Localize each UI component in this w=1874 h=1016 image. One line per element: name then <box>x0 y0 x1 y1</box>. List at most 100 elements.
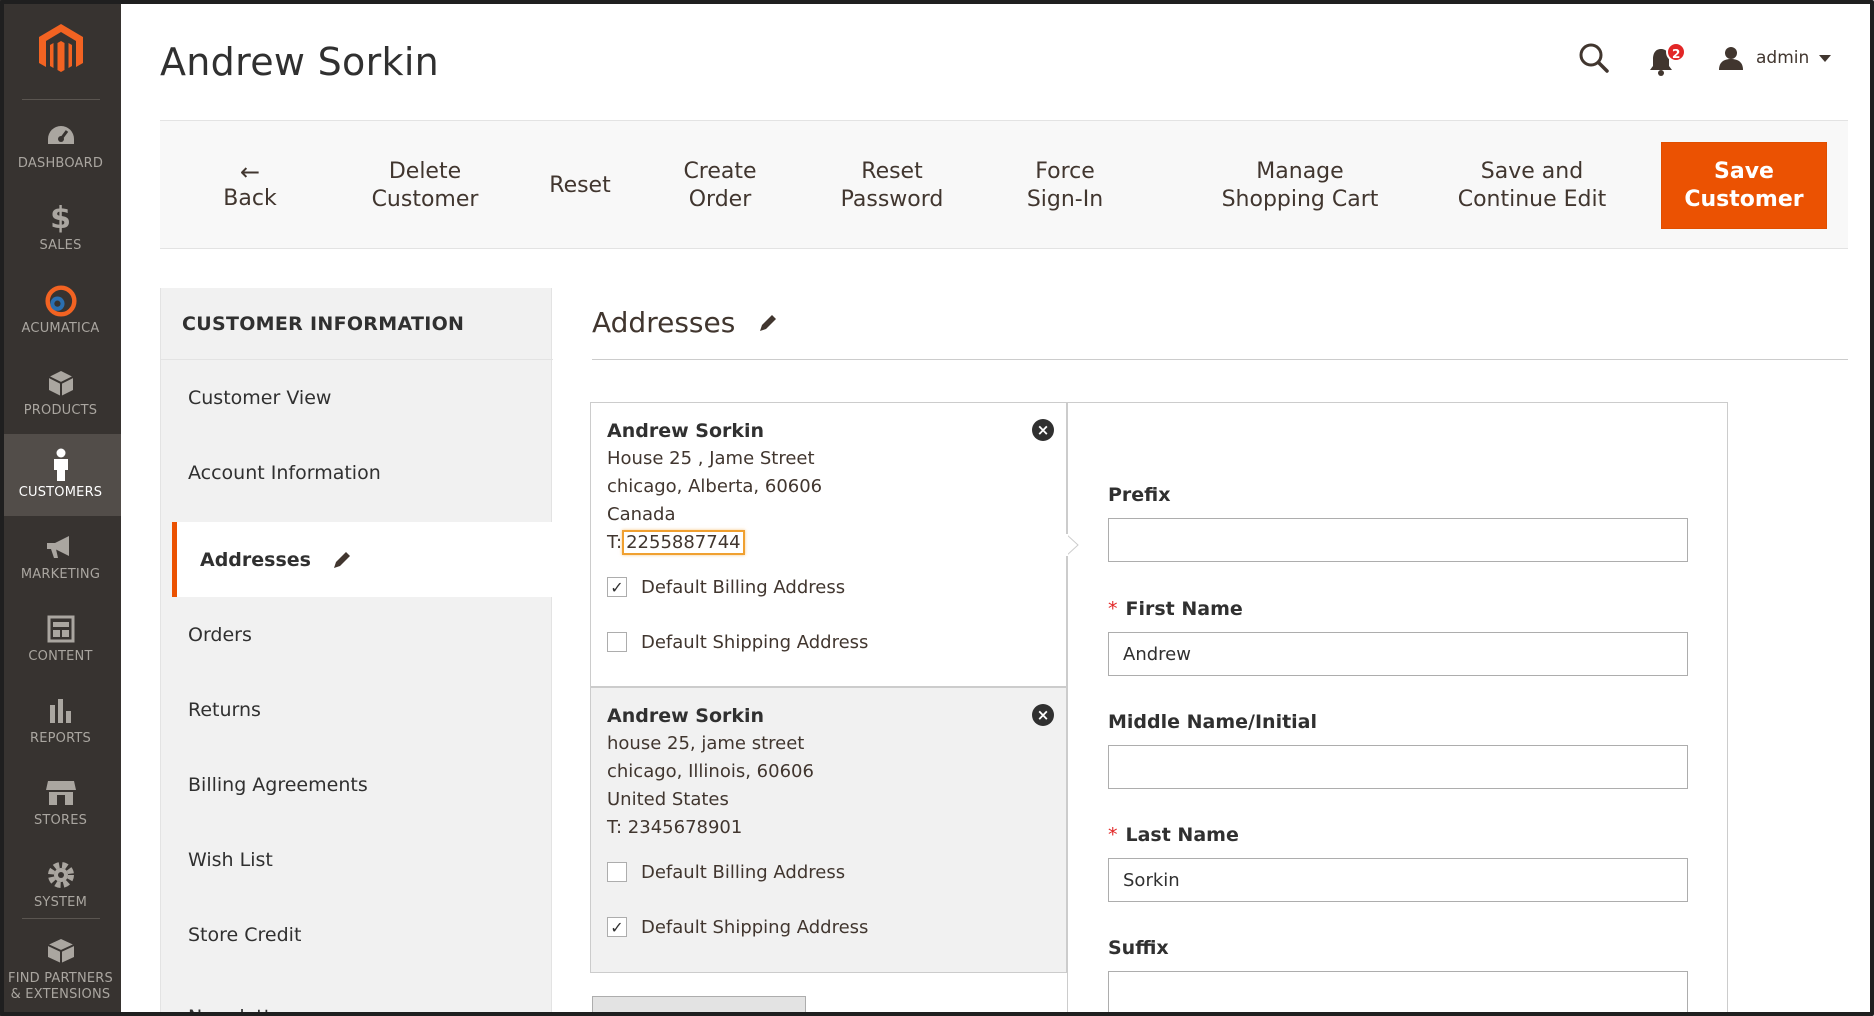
add-new-address-button[interactable] <box>592 996 806 1016</box>
section-divider <box>592 359 1848 360</box>
checkbox-unchecked[interactable] <box>607 862 627 882</box>
button-label-line: Customer <box>1684 186 1804 212</box>
tab-label: Wish List <box>188 848 273 871</box>
pencil-icon <box>333 551 350 568</box>
suffix-field[interactable] <box>1108 971 1688 1016</box>
label-text: First Name <box>1125 598 1243 620</box>
nav-marketing[interactable]: MARKETING <box>0 516 121 598</box>
default-shipping-checkbox[interactable]: ✓ Default Shipping Address <box>607 913 1050 941</box>
tab-orders[interactable]: Orders <box>161 597 553 672</box>
nav-label: STORES <box>33 813 88 828</box>
tab-label: Store Credit <box>188 923 302 946</box>
tab-label: Addresses <box>200 548 311 571</box>
address-city: chicago, Illinois, 60606 <box>607 761 814 782</box>
checkbox-unchecked[interactable] <box>607 632 627 652</box>
reset-password-button[interactable]: Reset Password <box>822 121 962 250</box>
dollar-icon: $ <box>50 200 71 236</box>
tab-label: Customer View <box>188 386 332 409</box>
middle-name-field[interactable] <box>1108 745 1688 789</box>
delete-customer-button[interactable]: Delete Customer <box>350 121 500 250</box>
nav-label: SYSTEM <box>33 895 88 910</box>
nav-customers[interactable]: CUSTOMERS <box>0 434 121 516</box>
tabs-title: CUSTOMER INFORMATION <box>161 288 553 360</box>
section-title: Addresses <box>592 306 779 339</box>
tab-wish-list[interactable]: Wish List <box>161 822 553 897</box>
nav-partners[interactable]: FIND PARTNERS & EXTENSIONS <box>0 922 121 1016</box>
remove-address-icon[interactable]: × <box>1032 704 1054 726</box>
nav-dashboard[interactable]: DASHBOARD <box>0 105 121 187</box>
nav-products[interactable]: PRODUCTS <box>0 352 121 434</box>
button-label-line: Reset <box>861 158 923 184</box>
back-button[interactable]: ← Back <box>200 121 300 250</box>
store-icon <box>45 777 77 809</box>
megaphone-icon <box>45 531 77 563</box>
label-text: Last Name <box>1125 824 1239 846</box>
default-shipping-checkbox[interactable]: Default Shipping Address <box>607 628 1050 656</box>
required-mark: * <box>1108 598 1118 620</box>
telephone-prefix: T: <box>607 532 623 553</box>
address-card-selected[interactable]: Andrew Sorkin House 25 , Jame Street chi… <box>590 402 1067 687</box>
button-label-line: Delete <box>388 158 462 184</box>
search-icon <box>1579 43 1609 73</box>
last-name-label: * Last Name <box>1108 824 1239 846</box>
nav-stores[interactable]: STORES <box>0 762 121 844</box>
address-edit-form: Prefix * First Name Andrew Middle Name/In… <box>1067 402 1728 1016</box>
default-billing-checkbox[interactable]: ✓ Default Billing Address <box>607 573 1050 601</box>
tab-label: Newsletter <box>188 1006 291 1016</box>
reset-button[interactable]: Reset <box>530 121 630 250</box>
back-label: Back <box>223 185 277 211</box>
search-button[interactable] <box>1576 40 1612 76</box>
nav-label: CUSTOMERS <box>18 485 103 500</box>
magento-logo[interactable] <box>0 0 121 100</box>
person-icon <box>45 448 77 481</box>
first-name-field[interactable]: Andrew <box>1108 632 1688 676</box>
nav-system[interactable]: SYSTEM <box>0 844 121 926</box>
checkbox-label: Default Shipping Address <box>641 631 869 653</box>
nav-content[interactable]: CONTENT <box>0 598 121 680</box>
last-name-field[interactable]: Sorkin <box>1108 858 1688 902</box>
tab-account-information[interactable]: Account Information <box>161 435 553 510</box>
tab-addresses[interactable]: Addresses <box>172 522 568 597</box>
section-title-text: Addresses <box>592 306 736 339</box>
save-and-continue-button[interactable]: Save and Continue Edit <box>1442 121 1622 250</box>
remove-address-icon[interactable]: × <box>1032 419 1054 441</box>
nav-label: DASHBOARD <box>17 156 104 171</box>
address-city: chicago, Alberta, 60606 <box>607 476 823 497</box>
nav-sales[interactable]: $ SALES <box>0 187 121 269</box>
button-label: Reset <box>549 172 611 198</box>
nav-label: SALES <box>39 238 82 253</box>
manage-shopping-cart-button[interactable]: Manage Shopping Cart <box>1200 121 1400 250</box>
force-sign-in-button[interactable]: Force Sign-In <box>1005 121 1125 250</box>
tab-billing-agreements[interactable]: Billing Agreements <box>161 747 553 822</box>
checkbox-checked[interactable]: ✓ <box>607 917 627 937</box>
tab-returns[interactable]: Returns <box>161 672 553 747</box>
tab-label: Orders <box>188 623 252 646</box>
nav-acumatica[interactable]: ACUMATICA <box>0 270 121 352</box>
notifications-button[interactable]: 2 <box>1648 40 1687 76</box>
create-order-button[interactable]: Create Order <box>660 121 780 250</box>
address-name: Andrew Sorkin <box>607 705 765 727</box>
button-label-line: Password <box>840 186 944 212</box>
nav-label: ACUMATICA <box>21 321 100 336</box>
nav-reports[interactable]: REPORTS <box>0 680 121 762</box>
user-menu[interactable]: admin <box>1718 40 1832 76</box>
tab-label: Returns <box>188 698 261 721</box>
address-country: United States <box>607 789 729 810</box>
button-label-line: Sign-In <box>1026 186 1104 212</box>
prefix-field[interactable] <box>1108 518 1688 562</box>
tab-newsletter[interactable]: Newsletter <box>161 972 553 1016</box>
tab-store-credit[interactable]: Store Credit <box>161 897 553 972</box>
checkbox-checked[interactable]: ✓ <box>607 577 627 597</box>
tab-customer-view[interactable]: Customer View <box>161 360 553 435</box>
chevron-down-icon <box>1819 54 1832 62</box>
first-name-label: * First Name <box>1108 598 1243 620</box>
button-label-line: Save <box>1714 158 1774 184</box>
address-street: House 25 , Jame Street <box>607 448 815 469</box>
address-card[interactable]: Andrew Sorkin house 25, jame street chic… <box>590 687 1067 973</box>
save-customer-button[interactable]: Save Customer <box>1661 142 1827 229</box>
default-billing-checkbox[interactable]: Default Billing Address <box>607 858 1050 886</box>
button-label-line: Shopping Cart <box>1221 186 1379 212</box>
address-name: Andrew Sorkin <box>607 420 765 442</box>
address-street: house 25, jame street <box>607 733 805 754</box>
checkbox-label: Default Billing Address <box>641 576 846 598</box>
